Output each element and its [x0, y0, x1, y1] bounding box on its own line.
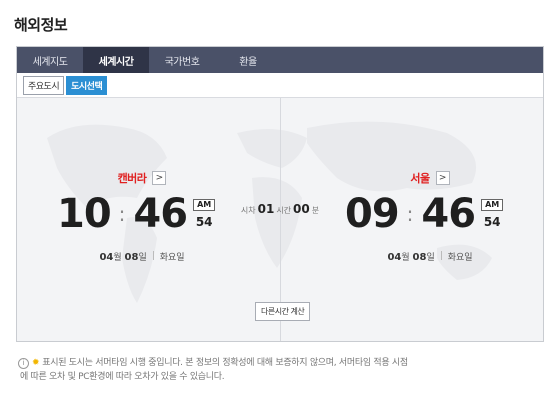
right-month-unit: 월 — [401, 253, 410, 263]
chevron-right-icon[interactable]: > — [435, 171, 450, 185]
right-day-unit: 일 — [426, 253, 435, 263]
chevron-right-icon[interactable]: > — [152, 171, 167, 185]
notice: i ✹ 표시된 도시는 서머타임 시행 중입니다. 본 정보의 정확성에 대해 … — [18, 356, 544, 384]
left-hour: 10 — [57, 191, 112, 237]
right-minute: 46 — [421, 191, 476, 237]
left-colon: : — [118, 202, 126, 226]
left-city-clock: 캔버라 > 10 : 46 AM 54 04 월 08 일 화요일 — [57, 170, 227, 263]
left-month-unit: 월 — [113, 253, 122, 263]
main-tabbar: 세계지도 세계시간 국가번호 환율 — [17, 47, 543, 73]
left-ampm: AM — [193, 199, 216, 211]
right-hour: 09 — [345, 191, 400, 237]
info-icon: i — [18, 357, 29, 369]
left-date: 04 월 08 일 화요일 — [57, 250, 227, 263]
subtab-select-city[interactable]: 도시선택 — [66, 75, 108, 95]
left-day: 08 — [124, 252, 139, 263]
right-ampm: AM — [481, 199, 504, 211]
diff-hours: 01 — [257, 202, 275, 216]
left-day-unit: 일 — [138, 253, 147, 263]
left-month: 04 — [99, 252, 114, 263]
right-month: 04 — [387, 252, 402, 263]
left-minute: 46 — [133, 191, 188, 237]
tab-exchange-rate[interactable]: 환율 — [215, 47, 281, 73]
tab-world-time[interactable]: 세계시간 — [83, 47, 149, 73]
tab-world-map[interactable]: 세계지도 — [17, 47, 83, 73]
left-weekday: 화요일 — [159, 253, 185, 263]
subtab-major-cities[interactable]: 주요도시 — [23, 75, 65, 95]
world-map-area: 캔버라 > 10 : 46 AM 54 04 월 08 일 화요일 시차 01 … — [17, 98, 543, 341]
left-city-name[interactable]: 캔버라 — [118, 170, 147, 186]
page-title: 해외정보 — [14, 16, 68, 34]
right-colon: : — [406, 202, 414, 226]
right-second: 54 — [483, 215, 501, 229]
left-date-separator — [152, 251, 154, 260]
diff-minute-unit: 분 — [311, 206, 320, 215]
right-day: 08 — [412, 252, 427, 263]
sun-icon: ✹ — [32, 358, 40, 368]
left-second: 54 — [195, 215, 213, 229]
right-city-clock: 서울 > 09 : 46 AM 54 04 월 08 일 화요일 — [345, 170, 515, 263]
notice-line-2: 에 따른 오차 및 PC환경에 따라 오차가 있을 수 있습니다. — [20, 372, 225, 382]
right-date-separator — [440, 251, 442, 260]
notice-line-1: 표시된 도시는 서머타임 시행 중입니다. 본 정보의 정확성에 대해 보증하지… — [42, 358, 408, 368]
diff-hour-unit: 시간 — [276, 206, 292, 215]
world-time-panel: 세계지도 세계시간 국가번호 환율 주요도시 도시선택 캔버라 > 10: 4… — [16, 46, 544, 342]
right-city-name[interactable]: 서울 — [410, 170, 430, 186]
diff-prefix: 시차 — [240, 206, 256, 215]
other-time-calc-button[interactable]: 다른시간 계산 — [255, 302, 311, 321]
sub-tabbar: 주요도시 도시선택 — [17, 73, 543, 98]
right-weekday: 화요일 — [447, 253, 473, 263]
diff-minutes: 00 — [293, 202, 310, 216]
tab-country-code[interactable]: 국가번호 — [149, 47, 215, 73]
right-date: 04 월 08 일 화요일 — [345, 250, 515, 263]
time-difference: 시차 01 시간 00 분 — [235, 202, 325, 216]
